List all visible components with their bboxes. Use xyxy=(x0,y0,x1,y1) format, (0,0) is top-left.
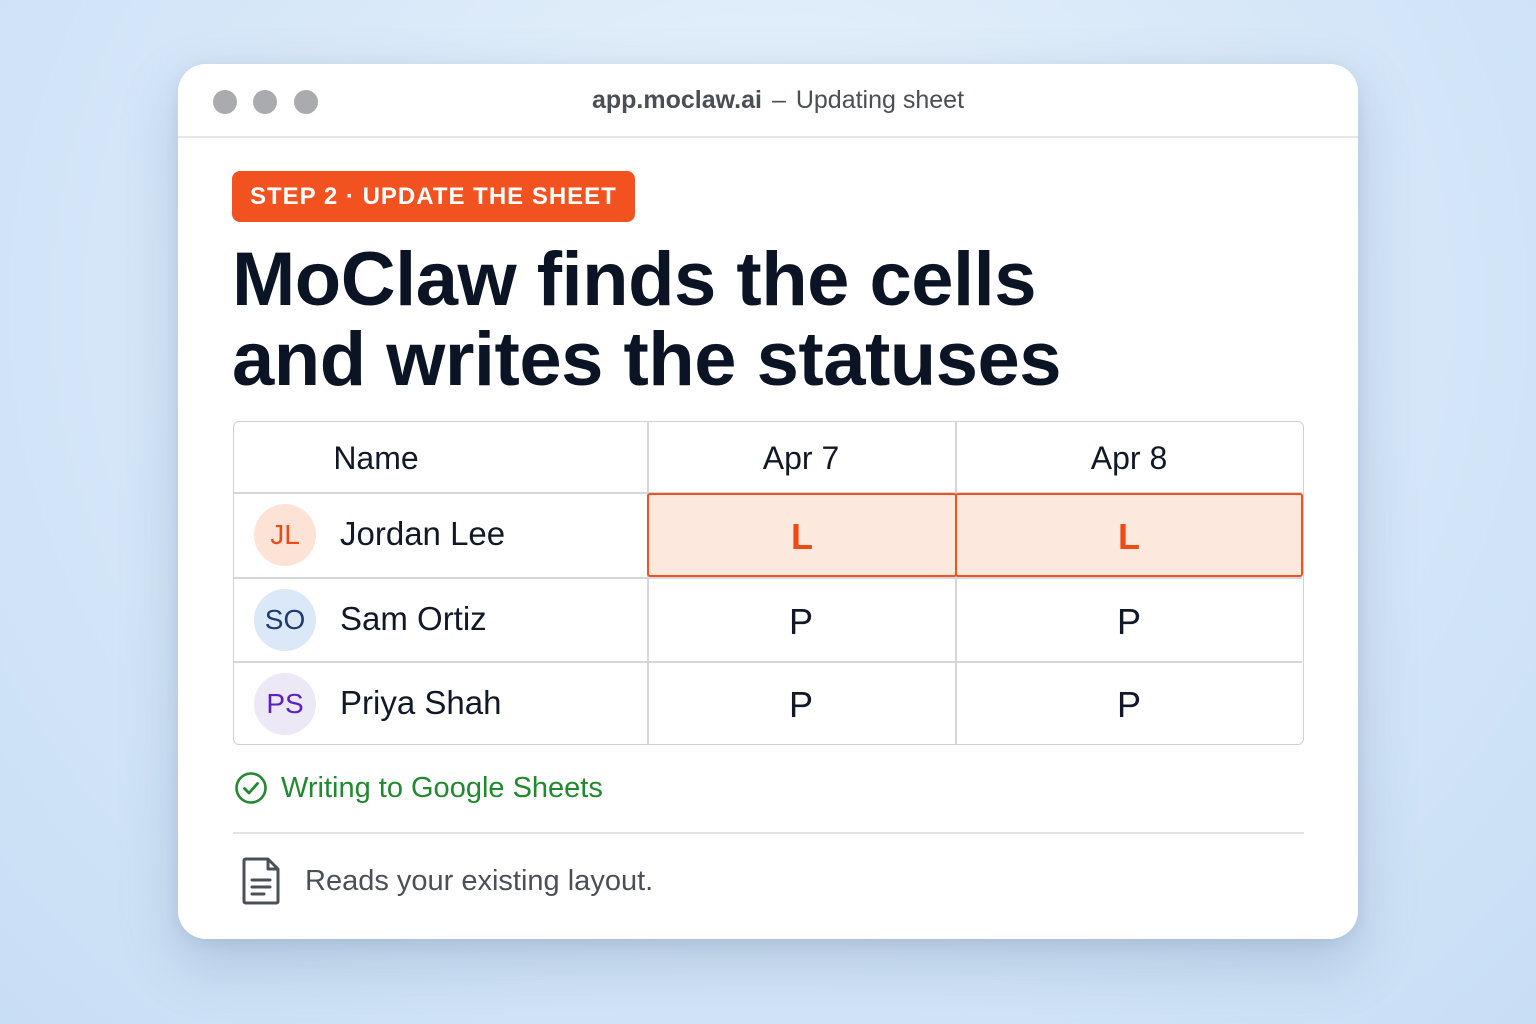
table-row: SO Sam Ortiz P P xyxy=(234,578,1302,662)
column-header-name[interactable]: Name xyxy=(234,422,518,494)
table-row: JL Jordan Lee L L xyxy=(234,493,1303,577)
status-cell-apr-8[interactable]: P xyxy=(956,578,1302,662)
step-badge: STEP 2 · UPDATE THE SHEET xyxy=(232,171,635,222)
spreadsheet-table: Name Apr 7 Apr 8 JL Jordan Lee L L SO Sa… xyxy=(233,421,1304,745)
status-cell-apr-7[interactable]: L xyxy=(647,493,957,577)
info-note-text: Reads your existing layout. xyxy=(305,865,654,897)
person-name[interactable]: Sam Ortiz xyxy=(340,600,487,638)
title-separator: – xyxy=(771,86,786,114)
sync-status-text: Writing to Google Sheets xyxy=(281,772,603,804)
column-header-apr-7[interactable]: Apr 7 xyxy=(648,422,954,494)
section-divider xyxy=(233,832,1304,834)
avatar: JL xyxy=(254,504,316,566)
table-row: PS Priya Shah P P xyxy=(234,662,1302,744)
status-cell-apr-8[interactable]: L xyxy=(955,493,1303,577)
status-cell-apr-7[interactable]: P xyxy=(648,578,954,662)
document-icon xyxy=(242,857,280,905)
headline: MoClaw finds the cells and writes the st… xyxy=(232,240,1312,400)
status-cell-apr-8[interactable]: P xyxy=(956,662,1302,744)
headline-line-1: MoClaw finds the cells xyxy=(232,237,1037,322)
column-header-apr-8[interactable]: Apr 8 xyxy=(956,422,1302,494)
window-subtitle: Updating sheet xyxy=(795,86,965,114)
person-name[interactable]: Jordan Lee xyxy=(340,515,505,553)
browser-window: app.moclaw.ai – Updating sheet STEP 2 · UP… xyxy=(178,64,1358,939)
avatar: PS xyxy=(254,673,316,735)
window-host: app.moclaw.ai xyxy=(591,86,762,114)
check-circle-icon xyxy=(235,772,267,804)
avatar: SO xyxy=(254,589,316,651)
status-cell-apr-7[interactable]: P xyxy=(648,662,954,744)
title-bar: app.moclaw.ai – Updating sheet xyxy=(178,64,1358,138)
headline-line-2: and writes the statuses xyxy=(232,317,1062,402)
person-name[interactable]: Priya Shah xyxy=(340,684,501,722)
window-title: app.moclaw.ai – Updating sheet xyxy=(178,86,1358,115)
